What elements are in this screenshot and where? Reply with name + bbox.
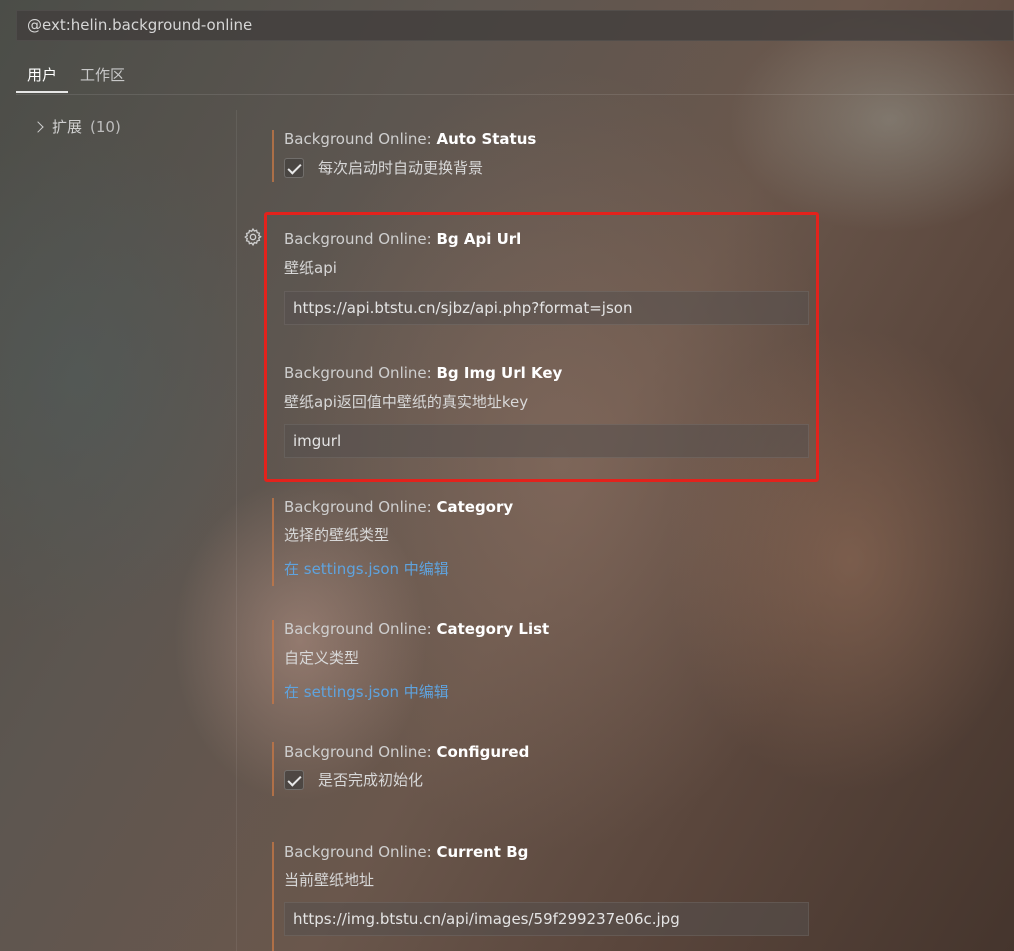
modified-indicator: [272, 130, 274, 182]
setting-title: Background Online: Configured: [284, 742, 529, 762]
toc-item-count: (10): [90, 118, 121, 136]
modified-indicator: [272, 620, 274, 704]
setting-description: 当前壁纸地址: [284, 871, 375, 889]
settings-editor: @ext:helin.background-online 用户 工作区 扩展 (…: [0, 0, 1014, 951]
active-tab-indicator: [16, 91, 68, 93]
setting-name: Category: [436, 498, 514, 516]
setting-category: Background Online:: [284, 620, 437, 638]
settings-search-input[interactable]: @ext:helin.background-online: [16, 10, 1014, 41]
tab-user[interactable]: 用户: [27, 63, 57, 87]
setting-name: Configured: [436, 743, 530, 761]
setting-name: Auto Status: [436, 130, 537, 148]
configured-checkbox[interactable]: [284, 770, 304, 790]
edit-in-settings-json-link[interactable]: 在 settings.json 中编辑: [284, 682, 449, 702]
setting-title: Background Online: Auto Status: [284, 129, 536, 149]
setting-description: 自定义类型: [284, 649, 360, 667]
setting-description: 选择的壁纸类型: [284, 526, 390, 544]
setting-category: Background Online:: [284, 743, 437, 761]
setting-category: Background Online:: [284, 130, 437, 148]
setting-title: Background Online: Current Bg: [284, 842, 528, 862]
toc-divider: [236, 110, 237, 951]
current-bg-input[interactable]: https://img.btstu.cn/api/images/59f29923…: [284, 902, 809, 936]
toc-item-label: 扩展: [52, 118, 83, 136]
modified-indicator: [272, 742, 274, 796]
checkbox-label: 每次启动时自动更换背景: [318, 159, 484, 177]
setting-title: Background Online: Category List: [284, 619, 549, 639]
chevron-right-icon: [32, 121, 44, 133]
tab-workspace[interactable]: 工作区: [80, 63, 125, 87]
modified-indicator: [272, 842, 274, 951]
gear-icon[interactable]: [243, 227, 263, 247]
toc-item-extensions[interactable]: 扩展 (10): [32, 116, 121, 138]
setting-title: Background Online: Category: [284, 497, 513, 517]
edit-in-settings-json-link[interactable]: 在 settings.json 中编辑: [284, 559, 449, 579]
setting-name: Category List: [436, 620, 550, 638]
modified-indicator: [272, 498, 274, 586]
highlight-annotation-box: [264, 212, 819, 482]
setting-name: Current Bg: [436, 843, 529, 861]
auto-status-checkbox[interactable]: [284, 158, 304, 178]
setting-category: Background Online:: [284, 498, 437, 516]
checkbox-label: 是否完成初始化: [318, 771, 424, 789]
tabs-divider: [16, 94, 1014, 95]
setting-category: Background Online:: [284, 843, 437, 861]
